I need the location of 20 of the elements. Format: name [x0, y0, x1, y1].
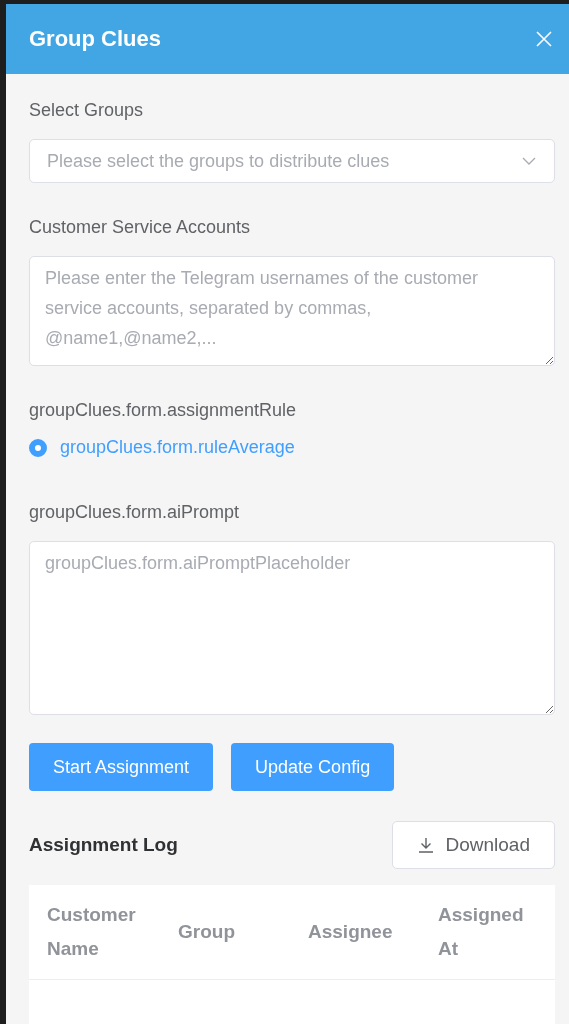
accounts-field[interactable]: Please enter the Telegram usernames of the customer service accounts, separated by commas, @name1,@name2,...: [29, 256, 555, 366]
field-label: groupClues.form.aiPrompt: [29, 502, 241, 523]
column-header: Group: [178, 920, 236, 944]
column-header: Assigned At: [438, 903, 525, 961]
field-label: Customer Service Accounts: [29, 217, 252, 238]
column-header: Assignee: [308, 920, 394, 944]
radio-option[interactable]: groupClues.form.ruleAverage: [29, 437, 555, 458]
dialog-title: Group Clues: [29, 26, 161, 52]
action-button[interactable]: Start Assignment: [29, 743, 214, 791]
column-header: Customer Name: [47, 903, 137, 961]
download-icon: [417, 837, 434, 853]
download-button[interactable]: Download: [391, 821, 555, 869]
field-label: Select Groups: [29, 100, 145, 121]
close-icon[interactable]: [535, 30, 553, 48]
group-select[interactable]: Please select the groups to distribute clues: [29, 139, 555, 183]
section-title: Assignment Log: [29, 834, 178, 856]
field-label: groupClues.form.assignmentRule: [29, 400, 298, 421]
prompt-field[interactable]: groupClues.form.aiPromptPlaceholder: [29, 541, 555, 715]
chevron-down-icon: [522, 157, 536, 165]
action-button[interactable]: Update Config: [231, 743, 395, 791]
